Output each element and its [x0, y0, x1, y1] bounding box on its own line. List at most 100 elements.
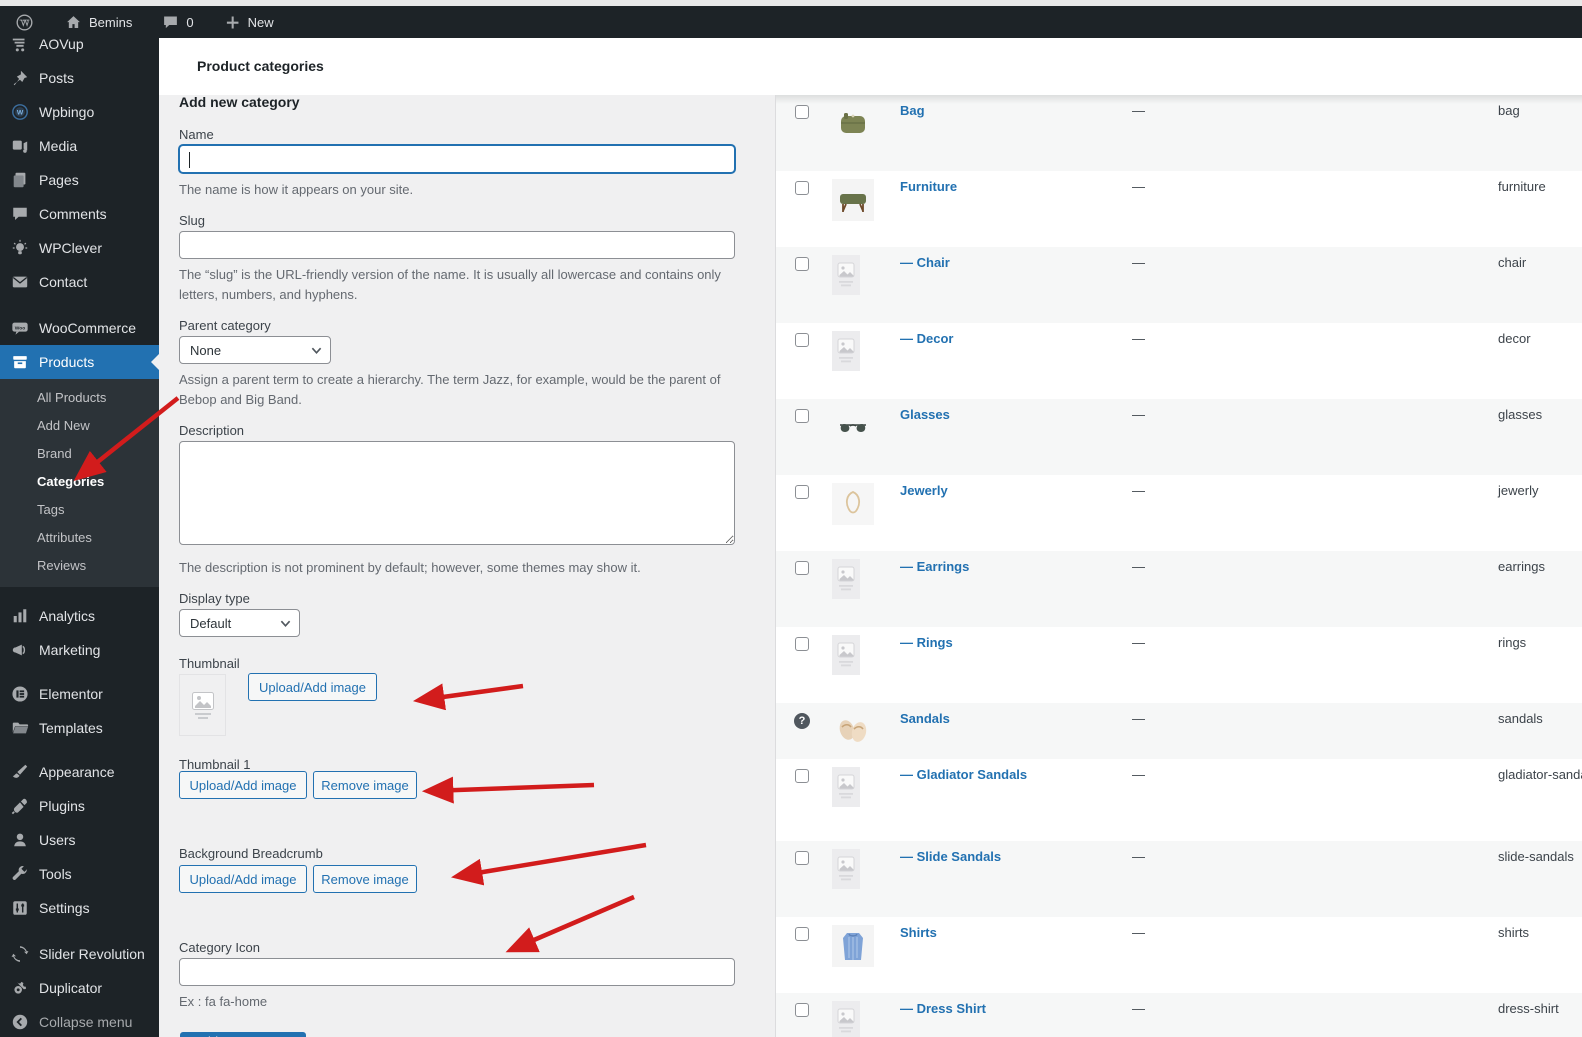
background-breadcrumb-upload-button[interactable]: Upload/Add image [179, 865, 307, 893]
parent-category-select[interactable]: None [179, 336, 331, 364]
category-name-link[interactable]: — Slide Sandals [900, 849, 1001, 864]
sidebar-item-label: WPClever [39, 240, 102, 256]
placeholder-thumbnail [832, 767, 860, 812]
sidebar-item-settings[interactable]: Settings [0, 891, 159, 925]
row-checkbox[interactable] [795, 409, 809, 423]
row-checkbox[interactable] [795, 561, 809, 575]
submenu-item-tags[interactable]: Tags [0, 495, 159, 523]
row-checkbox[interactable] [795, 257, 809, 271]
submenu-item-attributes[interactable]: Attributes [0, 523, 159, 551]
category-row: — Dress Shirt—dress-shirt [776, 993, 1582, 1037]
chevron-down-icon [280, 618, 291, 629]
submenu-item-categories[interactable]: Categories [0, 467, 159, 495]
category-name-link[interactable]: — Chair [900, 255, 950, 270]
display-type-select[interactable]: Default [179, 609, 300, 637]
category-icon-input[interactable] [179, 958, 735, 986]
sidebar-item-appearance[interactable]: Appearance [0, 755, 159, 789]
category-name-link[interactable]: — Earrings [900, 559, 969, 574]
category-name-link[interactable]: Glasses [900, 407, 950, 422]
wrench-icon [10, 864, 30, 884]
menu-spacer [0, 587, 159, 599]
parent-category-value: None [190, 343, 221, 358]
sidebar-item-posts[interactable]: Posts [0, 61, 159, 95]
category-description: — [1132, 559, 1145, 574]
row-checkbox[interactable] [795, 769, 809, 783]
sidebar-item-label: Media [39, 138, 77, 154]
thumbnail1-remove-button[interactable]: Remove image [313, 771, 417, 799]
add-category-form: Add new category Name The name is how it… [179, 94, 735, 1037]
row-checkbox[interactable] [795, 181, 809, 195]
submenu-item-add-new[interactable]: Add New [0, 411, 159, 439]
add-new-category-submit-button[interactable]: Add new category [180, 1032, 306, 1037]
category-name-link[interactable]: Jewerly [900, 483, 948, 498]
category-slug: decor [1498, 331, 1531, 346]
category-name-link[interactable]: — Decor [900, 331, 953, 346]
submenu-item-reviews[interactable]: Reviews [0, 551, 159, 579]
sidebar-item-analytics[interactable]: Analytics [0, 599, 159, 633]
sidebar-item-duplicator[interactable]: Duplicator [0, 971, 159, 1005]
category-name-link[interactable]: — Dress Shirt [900, 1001, 986, 1016]
sidebar-item-label: Wpbingo [39, 104, 94, 120]
sidebar-item-slider-revolution[interactable]: Slider Revolution [0, 937, 159, 971]
description-textarea[interactable] [179, 441, 735, 545]
row-checkbox[interactable] [795, 105, 809, 119]
comments-bubble-button[interactable]: 0 [150, 6, 205, 38]
pin-icon [10, 68, 30, 88]
sidebar-item-plugins[interactable]: Plugins [0, 789, 159, 823]
name-input[interactable] [179, 145, 735, 173]
category-slug: gladiator-sandals [1498, 767, 1582, 782]
site-home-link[interactable]: Bemins [53, 6, 144, 38]
sidebar-item-products[interactable]: Products [0, 345, 159, 379]
thumbnail1-upload-button[interactable]: Upload/Add image [179, 771, 307, 799]
plugin-icon [10, 796, 30, 816]
category-name-link[interactable]: — Rings [900, 635, 953, 650]
bag-thumbnail [832, 103, 874, 150]
sidebar-item-contact[interactable]: Contact [0, 265, 159, 299]
description-help: The description is not prominent by defa… [179, 558, 641, 578]
sidebar-item-pages[interactable]: Pages [0, 163, 159, 197]
shirt-thumbnail [832, 925, 874, 972]
sidebar-item-tools[interactable]: Tools [0, 857, 159, 891]
sidebar-item-users[interactable]: Users [0, 823, 159, 857]
background-breadcrumb-remove-button[interactable]: Remove image [313, 865, 417, 893]
row-checkbox[interactable] [795, 1003, 809, 1017]
sidebar-item-marketing[interactable]: Marketing [0, 633, 159, 667]
category-description: — [1132, 849, 1145, 864]
category-slug: glasses [1498, 407, 1542, 422]
submenu-item-brand[interactable]: Brand [0, 439, 159, 467]
wordpress-logo-button[interactable] [0, 6, 45, 38]
categories-table: Bag—bagFurniture—furniture— Chair—chair—… [775, 95, 1582, 1037]
sidebar-item-templates[interactable]: Templates [0, 711, 159, 745]
sidebar-item-wpclever[interactable]: WPClever [0, 231, 159, 265]
sidebar-item-label: Duplicator [39, 980, 102, 996]
sidebar-item-media[interactable]: Media [0, 129, 159, 163]
category-name-link[interactable]: Bag [900, 103, 925, 118]
row-checkbox[interactable] [795, 485, 809, 499]
sidebar-item-collapse-menu[interactable]: Collapse menu [0, 1005, 159, 1037]
sidebar-item-comments[interactable]: Comments [0, 197, 159, 231]
media-icon [10, 136, 30, 156]
placeholder-thumbnail [832, 849, 860, 894]
sidebar-item-elementor[interactable]: Elementor [0, 677, 159, 711]
thumbnail-upload-button[interactable]: Upload/Add image [248, 673, 377, 701]
category-name-link[interactable]: Furniture [900, 179, 957, 194]
row-checkbox[interactable] [795, 927, 809, 941]
new-content-button[interactable]: New [212, 6, 286, 38]
category-name-link[interactable]: Shirts [900, 925, 937, 940]
slug-input[interactable] [179, 231, 735, 259]
sidebar-item-label: Posts [39, 70, 74, 86]
description-label: Description [179, 423, 244, 438]
row-checkbox[interactable] [795, 333, 809, 347]
background-breadcrumb-label: Background Breadcrumb [179, 846, 323, 861]
category-name-link[interactable]: — Gladiator Sandals [900, 767, 1027, 782]
row-checkbox[interactable] [795, 851, 809, 865]
row-checkbox[interactable] [795, 637, 809, 651]
chevron-down-icon [311, 345, 322, 356]
category-row: — Earrings—earrings [776, 551, 1582, 627]
category-name-link[interactable]: Sandals [900, 711, 950, 726]
placeholder-thumbnail [832, 331, 860, 376]
sidebar-item-wpbingo[interactable]: WWpbingo [0, 95, 159, 129]
sidebar-item-woocommerce[interactable]: WooWooCommerce [0, 311, 159, 345]
submenu-item-all-products[interactable]: All Products [0, 383, 159, 411]
analytics-icon [10, 606, 30, 626]
